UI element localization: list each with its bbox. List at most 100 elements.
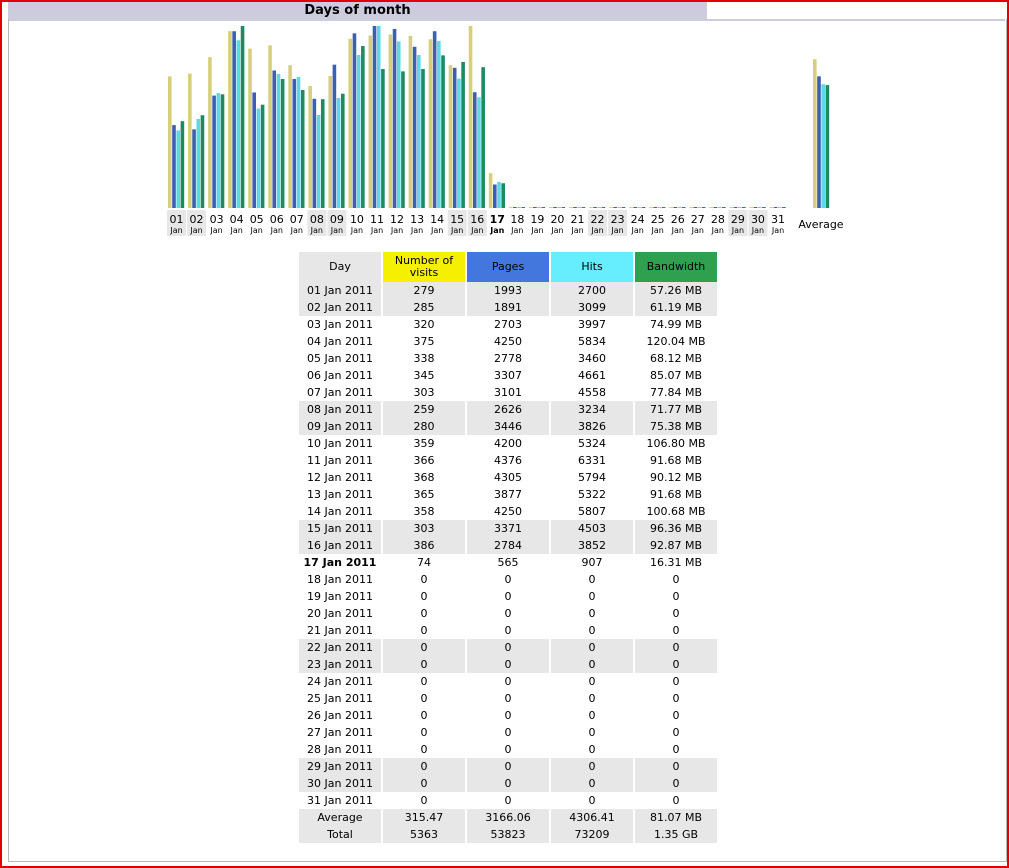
day-23-hits-bar bbox=[617, 207, 622, 208]
day-19-bandwidth-bar bbox=[541, 207, 546, 208]
day-27-pages-bar bbox=[693, 207, 698, 208]
day-26-hits-bar bbox=[677, 207, 682, 208]
row-pages: 0 bbox=[504, 794, 512, 807]
day-11-bandwidth-bar bbox=[381, 68, 385, 208]
row-day: 04 Jan 2011 bbox=[307, 335, 373, 348]
day-01-hits-bar bbox=[176, 130, 180, 208]
row-hits: 0 bbox=[588, 709, 596, 722]
day-28-visits-bar bbox=[709, 207, 713, 208]
row-pages: 0 bbox=[504, 743, 512, 756]
row-pages: 3307 bbox=[494, 369, 522, 382]
day-19-visits-bar bbox=[528, 207, 533, 208]
day-08-visits-bar bbox=[308, 85, 312, 208]
day-24-pages-bar bbox=[633, 207, 637, 208]
row-pages: 1993 bbox=[467, 282, 549, 299]
row-visits: 279 bbox=[383, 282, 465, 299]
day-19-pages-bar bbox=[533, 207, 537, 208]
day-01-visits-bar bbox=[168, 76, 172, 208]
row-pages: 3446 bbox=[467, 418, 549, 435]
row-hits: 0 bbox=[551, 775, 633, 792]
day-06-bandwidth-bar bbox=[280, 79, 285, 208]
table-row: 04 Jan 2011 375 4250 5834 120.04 MB bbox=[299, 333, 717, 350]
row-hits: 3826 bbox=[551, 418, 633, 435]
row-pages: 0 bbox=[504, 624, 512, 637]
row-day: 28 Jan 2011 bbox=[307, 743, 373, 756]
row-hits: 4558 bbox=[578, 386, 606, 399]
day-14-bandwidth-bar bbox=[441, 55, 445, 209]
day-08-pages-bar bbox=[312, 98, 317, 208]
row-visits: 358 bbox=[413, 505, 435, 518]
day-15-bandwidth-bar bbox=[461, 61, 465, 209]
day-01-bandwidth-bar bbox=[180, 121, 185, 208]
row-visits: 375 bbox=[413, 335, 435, 348]
table-row: 09 Jan 2011 280 3446 3826 75.38 MB bbox=[299, 418, 717, 435]
x-tick-label: 22 bbox=[591, 213, 605, 226]
day-29-bandwidth-bar bbox=[742, 207, 746, 208]
x-tick-label: 07 bbox=[290, 213, 304, 226]
row-visits: 0 bbox=[420, 794, 428, 807]
row-day: 07 Jan 2011 bbox=[307, 386, 373, 399]
table-body: 01 Jan 2011 279 1993 2700 57.26 MB 02 Jan 201… bbox=[299, 282, 717, 809]
row-visits: 365 bbox=[413, 488, 435, 501]
x-tick-label: 10 bbox=[350, 213, 364, 226]
day-25-hits-bar bbox=[657, 207, 662, 208]
row-hits: 0 bbox=[588, 573, 596, 586]
day-14-pages-bar bbox=[432, 31, 437, 208]
table-row: 08 Jan 2011 259 2626 3234 71.77 MB bbox=[299, 401, 717, 418]
day-07-hits-bar bbox=[296, 76, 301, 208]
row-day: 03 Jan 2011 bbox=[307, 318, 373, 331]
day-10-hits-bar bbox=[356, 54, 361, 208]
day-31-hits-bar bbox=[777, 207, 782, 208]
day-27-visits-bar bbox=[689, 207, 693, 208]
table-row: 18 Jan 2011 0 0 0 0 bbox=[299, 571, 717, 588]
table-row: 21 Jan 2011 0 0 0 0 bbox=[299, 622, 717, 639]
day-14-hits-bar bbox=[437, 41, 441, 208]
day-07-pages-bar bbox=[292, 79, 297, 208]
x-tick-sublabel: Jan bbox=[751, 226, 764, 235]
day-09-hits-bar bbox=[336, 98, 341, 208]
average-bandwidth: 81.07 MB bbox=[635, 809, 717, 826]
row-visits: 259 bbox=[383, 401, 465, 418]
day-17-bandwidth-bar bbox=[501, 183, 505, 208]
day-04-pages-bar bbox=[232, 31, 236, 208]
x-tick-sublabel: Jan bbox=[390, 226, 403, 235]
average-tick-label: Average bbox=[798, 218, 843, 231]
day-05-hits-bar bbox=[256, 108, 261, 208]
x-tick-sublabel: Jan bbox=[550, 226, 563, 235]
x-tick-sublabel: Jan bbox=[771, 226, 784, 235]
row-visits: 320 bbox=[413, 318, 435, 331]
x-tick-label: 03 bbox=[210, 213, 224, 226]
table-row: 17 Jan 2011 74 565 907 16.31 MB bbox=[299, 554, 717, 571]
row-day: 30 Jan 2011 bbox=[299, 775, 381, 792]
day-31-bandwidth-bar bbox=[782, 207, 786, 208]
row-day: 22 Jan 2011 bbox=[299, 639, 381, 656]
row-visits: 368 bbox=[413, 471, 435, 484]
row-hits: 3099 bbox=[551, 299, 633, 316]
x-tick-sublabel: Jan bbox=[570, 226, 583, 235]
row-day: 17 Jan 2011 bbox=[303, 556, 377, 569]
row-hits: 5834 bbox=[578, 335, 606, 348]
row-hits: 0 bbox=[588, 726, 596, 739]
row-day: 09 Jan 2011 bbox=[299, 418, 381, 435]
x-tick-label: 30 bbox=[751, 213, 765, 226]
row-visits: 0 bbox=[420, 743, 428, 756]
day-18-visits-bar bbox=[508, 207, 513, 208]
row-bandwidth: 0 bbox=[672, 743, 680, 756]
row-bandwidth: 0 bbox=[672, 573, 680, 586]
x-tick-sublabel: Jan bbox=[510, 226, 523, 235]
x-tick-label: 01 bbox=[170, 213, 184, 226]
day-13-hits-bar bbox=[417, 55, 421, 208]
x-tick-sublabel: Jan bbox=[410, 226, 423, 235]
x-tick-sublabel: Jan bbox=[350, 226, 363, 235]
row-pages: 4250 bbox=[494, 505, 522, 518]
x-tick-sublabel: Jan bbox=[711, 226, 724, 235]
row-bandwidth: 106.80 MB bbox=[646, 437, 706, 450]
x-tick-label: 23 bbox=[611, 213, 625, 226]
day-07-visits-bar bbox=[288, 65, 292, 209]
table-row: 05 Jan 2011 338 2778 3460 68.12 MB bbox=[299, 350, 717, 367]
row-hits: 4503 bbox=[551, 520, 633, 537]
day-03-pages-bar bbox=[212, 95, 216, 208]
day-15-hits-bar bbox=[457, 78, 461, 208]
table-row: 27 Jan 2011 0 0 0 0 bbox=[299, 724, 717, 741]
day-22-visits-bar bbox=[589, 207, 593, 208]
